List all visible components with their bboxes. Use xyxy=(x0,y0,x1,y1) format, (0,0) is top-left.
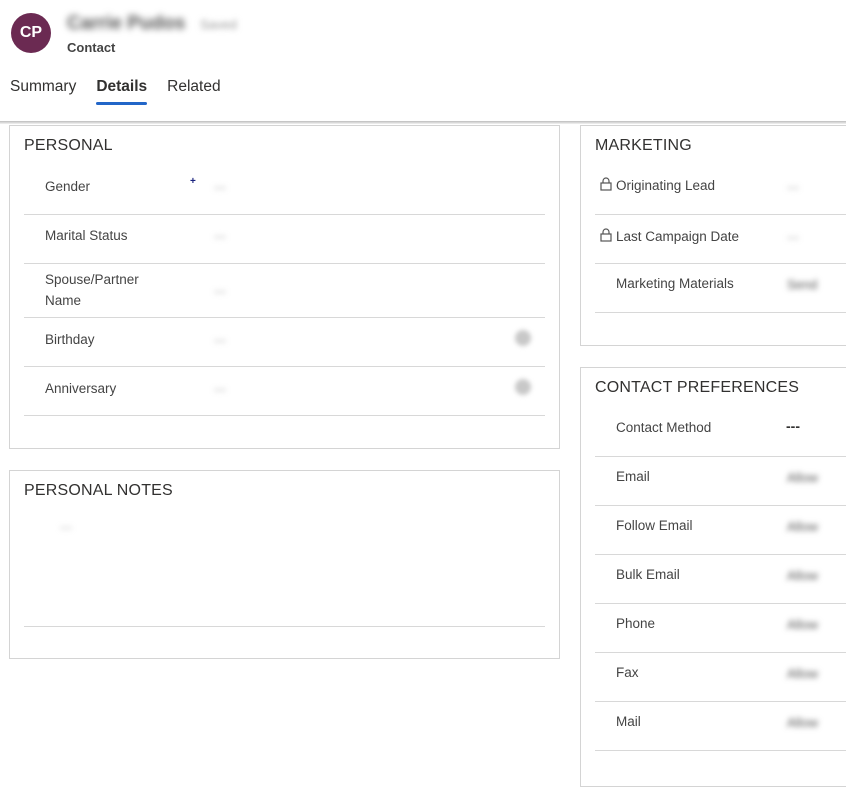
header-divider xyxy=(0,121,846,124)
contact-preferences-section: CONTACT PREFERENCES Contact Method --- E… xyxy=(580,367,846,787)
field-label: Originating Lead xyxy=(616,178,716,193)
field-follow-email: Follow Email Allow xyxy=(595,506,846,555)
lock-icon xyxy=(600,228,612,242)
field-phone: Phone Allow xyxy=(595,604,846,653)
field-marketing-materials: Marketing Materials Send xyxy=(595,264,846,313)
record-header: CP Carrie Pudos Saved Contact Summary De… xyxy=(0,0,846,122)
field-fax: Fax Allow xyxy=(595,653,846,702)
field-label: Marketing Materials xyxy=(616,276,734,291)
field-gender: Gender + --- xyxy=(24,166,545,215)
section-title: CONTACT PREFERENCES xyxy=(595,379,800,396)
field-anniversary: Anniversary --- xyxy=(24,367,545,416)
avatar: CP xyxy=(11,13,51,53)
section-title: PERSONAL NOTES xyxy=(24,482,173,499)
marketing-materials-value[interactable]: Send xyxy=(787,277,817,292)
calendar-icon[interactable] xyxy=(515,330,531,346)
email-value[interactable]: Allow xyxy=(787,470,818,485)
field-marital-status: Marital Status --- xyxy=(24,215,545,264)
marketing-section: MARKETING Originating Lead --- Last Camp… xyxy=(580,125,846,346)
field-label: Birthday xyxy=(45,332,95,347)
gender-value[interactable]: --- xyxy=(214,180,226,194)
field-label: Last Campaign Date xyxy=(616,229,740,244)
originating-lead-value[interactable]: --- xyxy=(787,180,799,194)
personal-section: PERSONAL Gender + --- Marital Status ---… xyxy=(9,125,560,449)
fax-value[interactable]: Allow xyxy=(787,666,818,681)
field-spouse-name: Spouse/Partner Name --- xyxy=(24,264,545,318)
required-marker: + xyxy=(190,176,196,187)
entity-type: Contact xyxy=(67,40,116,55)
field-bulk-email: Bulk Email Allow xyxy=(595,555,846,604)
notes-divider xyxy=(24,511,545,627)
field-label: Marital Status xyxy=(45,228,128,243)
field-label: Spouse/Partner Name xyxy=(45,272,139,308)
field-contact-method: Contact Method --- xyxy=(595,408,846,457)
record-name: Carrie Pudos xyxy=(67,13,186,34)
follow-email-value[interactable]: Allow xyxy=(787,519,818,534)
section-title: PERSONAL xyxy=(24,137,113,154)
marital-status-value[interactable]: --- xyxy=(214,229,226,243)
field-label: Fax xyxy=(616,665,639,680)
bulk-email-value[interactable]: Allow xyxy=(787,568,818,583)
field-label: Follow Email xyxy=(616,518,693,533)
calendar-icon[interactable] xyxy=(515,379,531,395)
phone-value[interactable]: Allow xyxy=(787,617,818,632)
field-originating-lead: Originating Lead --- xyxy=(595,166,846,215)
field-birthday: Birthday --- xyxy=(24,318,545,367)
mail-value[interactable]: Allow xyxy=(787,715,818,730)
tab-bar: Summary Details Related xyxy=(10,78,241,105)
field-email: Email Allow xyxy=(595,457,846,506)
field-label: Gender xyxy=(45,179,91,194)
tab-summary[interactable]: Summary xyxy=(10,78,76,101)
field-label: Mail xyxy=(616,714,641,729)
section-title: MARKETING xyxy=(595,137,692,154)
field-label: Phone xyxy=(616,616,656,631)
field-mail: Mail Allow xyxy=(595,702,846,751)
birthday-value[interactable]: --- xyxy=(214,333,226,347)
save-status: Saved xyxy=(200,17,237,32)
field-label: Contact Method xyxy=(616,420,712,435)
field-label: Anniversary xyxy=(45,381,117,396)
field-label: Bulk Email xyxy=(616,567,680,582)
tab-details[interactable]: Details xyxy=(96,78,147,105)
anniversary-value[interactable]: --- xyxy=(214,382,226,396)
field-last-campaign-date: Last Campaign Date --- xyxy=(595,215,846,264)
contact-method-value[interactable]: --- xyxy=(786,418,800,434)
personal-notes-section: PERSONAL NOTES --- xyxy=(9,470,560,659)
tab-related[interactable]: Related xyxy=(167,78,220,101)
spouse-name-value[interactable]: --- xyxy=(214,284,226,298)
field-label: Email xyxy=(616,469,650,484)
lock-icon xyxy=(600,177,612,191)
last-campaign-date-value[interactable]: --- xyxy=(787,230,799,244)
